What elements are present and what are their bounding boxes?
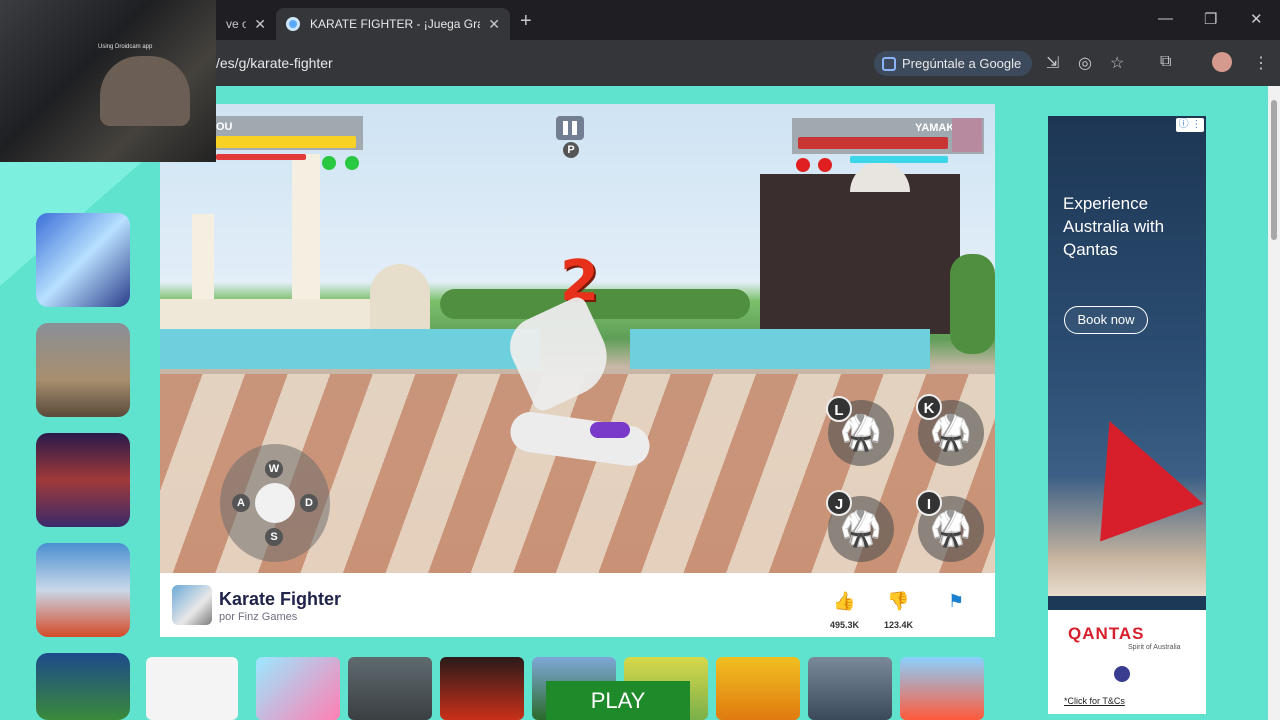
close-window-button[interactable]: ✕ xyxy=(1250,10,1263,28)
sidebar-game-thumb[interactable] xyxy=(36,433,130,527)
key-a: A xyxy=(232,494,250,512)
adchoices-icon[interactable]: ⓘ ⋮ xyxy=(1176,118,1204,132)
thumbs-up-icon: 👍 xyxy=(833,591,856,611)
ask-google-button[interactable]: Pregúntale a Google xyxy=(874,51,1032,76)
page-scrollbar[interactable] xyxy=(1268,86,1280,720)
webcam-overlay: Using Droidcam app xyxy=(0,0,216,162)
eye-slash-icon[interactable]: ◎ xyxy=(1078,53,1092,73)
favicon-icon xyxy=(286,17,300,31)
right-health-bar xyxy=(798,137,948,149)
play-button[interactable]: PLAY xyxy=(546,681,690,720)
google-lens-icon xyxy=(882,56,896,71)
pool-right xyxy=(630,329,930,369)
key-s: S xyxy=(265,528,283,546)
report-button[interactable]: ⚑ xyxy=(948,591,964,612)
key-d: D xyxy=(300,494,318,512)
movement-joystick[interactable]: W A D S xyxy=(220,444,330,562)
ad-banner[interactable]: ⓘ ⋮ Experience Australia with Qantas Boo… xyxy=(1048,116,1206,714)
pause-button[interactable] xyxy=(556,116,584,140)
right-round-indicator xyxy=(818,158,832,172)
sidebar-game-thumb[interactable] xyxy=(36,653,130,720)
left-stamina-bar xyxy=(216,154,306,160)
left-round-indicator xyxy=(322,156,336,170)
like-button[interactable]: 👍 495.3K xyxy=(830,591,859,630)
restore-button[interactable]: ❐ xyxy=(1204,10,1217,28)
game-info-bar: Karate Fighter por Finz Games 👍 495.3K 👎… xyxy=(160,573,995,637)
key-j: J xyxy=(826,490,852,516)
ad-terms-link[interactable]: *Click for T&Cs xyxy=(1064,696,1125,706)
profile-avatar[interactable] xyxy=(1212,52,1232,72)
opponent-avatar xyxy=(952,118,982,152)
minimize-button[interactable]: — xyxy=(1158,10,1173,27)
ad-headline: Experience Australia with Qantas xyxy=(1063,194,1165,259)
install-app-icon[interactable]: ⇲ xyxy=(1046,53,1059,73)
ad-logo-area: QANTAS Spirit of Australia *Click for T&… xyxy=(1048,610,1206,714)
webcam-watermark: Using Droidcam app xyxy=(98,44,153,50)
tab-close-icon[interactable]: ✕ xyxy=(488,16,500,33)
pool-left xyxy=(160,329,540,369)
mosque-dome xyxy=(850,162,910,192)
more-menu-icon[interactable]: ⋮ xyxy=(1253,53,1269,73)
tab-previous[interactable]: ve o ✕ xyxy=(216,8,276,40)
new-tab-button[interactable]: + xyxy=(520,10,532,33)
qantas-tagline: Spirit of Australia xyxy=(1128,644,1181,651)
dislike-button[interactable]: 👎 123.4K xyxy=(884,591,913,630)
key-k: K xyxy=(916,394,942,420)
key-i: I xyxy=(916,490,942,516)
webcam-person xyxy=(100,56,190,126)
qantas-logo: QANTAS xyxy=(1068,624,1145,643)
like-count: 495.3K xyxy=(830,620,860,630)
bottom-game-thumb[interactable] xyxy=(348,657,432,720)
bottom-game-thumb[interactable] xyxy=(716,657,800,720)
game-thumbnail xyxy=(172,585,212,625)
pause-key-label: P xyxy=(563,142,579,158)
bottom-game-thumb[interactable] xyxy=(256,657,340,720)
sidebar-game-thumb[interactable] xyxy=(36,213,130,307)
left-player-name: OU xyxy=(216,121,233,133)
joystick-knob[interactable] xyxy=(255,483,295,523)
scrollbar-thumb[interactable] xyxy=(1271,100,1277,240)
left-health-bar xyxy=(216,136,356,148)
ask-google-label: Pregúntale a Google xyxy=(902,56,1022,71)
pavilion xyxy=(370,264,430,334)
sidebar-game-thumb[interactable] xyxy=(36,543,130,637)
book-now-button[interactable]: Book now xyxy=(1064,306,1148,334)
bottom-game-thumb[interactable] xyxy=(808,657,892,720)
game-author[interactable]: por Finz Games xyxy=(219,611,297,623)
address-bar[interactable]: /es/g/karate-fighter xyxy=(216,55,333,71)
tab-title: KARATE FIGHTER - ¡Juega Grati xyxy=(310,17,481,31)
left-round-indicator xyxy=(345,156,359,170)
game-title: Karate Fighter xyxy=(219,589,342,609)
oneworld-icon xyxy=(1114,666,1130,682)
sidebar-game-thumb[interactable] xyxy=(36,323,130,417)
dislike-count: 123.4K xyxy=(884,620,914,630)
thumbs-down-icon: 👎 xyxy=(887,591,910,611)
game-canvas[interactable]: OU P YAMAKI 2 W A D S 🥋 L 🥋 K 🥋 J 🥋 I xyxy=(160,104,995,573)
bottom-game-thumb[interactable] xyxy=(440,657,524,720)
mosque xyxy=(760,174,960,334)
bottom-game-thumb[interactable] xyxy=(146,657,238,720)
flag-icon: ⚑ xyxy=(948,591,965,611)
bottom-game-thumb[interactable] xyxy=(900,657,984,720)
key-w: W xyxy=(265,460,283,478)
tab-active[interactable]: KARATE FIGHTER - ¡Juega Grati ✕ xyxy=(276,8,510,40)
minaret xyxy=(292,154,320,304)
star-bookmark-icon[interactable]: ☆ xyxy=(1110,53,1124,73)
opponent-belt xyxy=(590,422,630,438)
tab-close-icon[interactable]: ✕ xyxy=(254,16,266,33)
tab-title: ve o xyxy=(226,17,247,31)
right-round-indicator xyxy=(796,158,810,172)
trees xyxy=(950,254,995,354)
right-stamina-bar xyxy=(850,156,948,163)
extensions-icon[interactable]: ⧉ xyxy=(1160,53,1171,71)
key-l: L xyxy=(826,396,852,422)
